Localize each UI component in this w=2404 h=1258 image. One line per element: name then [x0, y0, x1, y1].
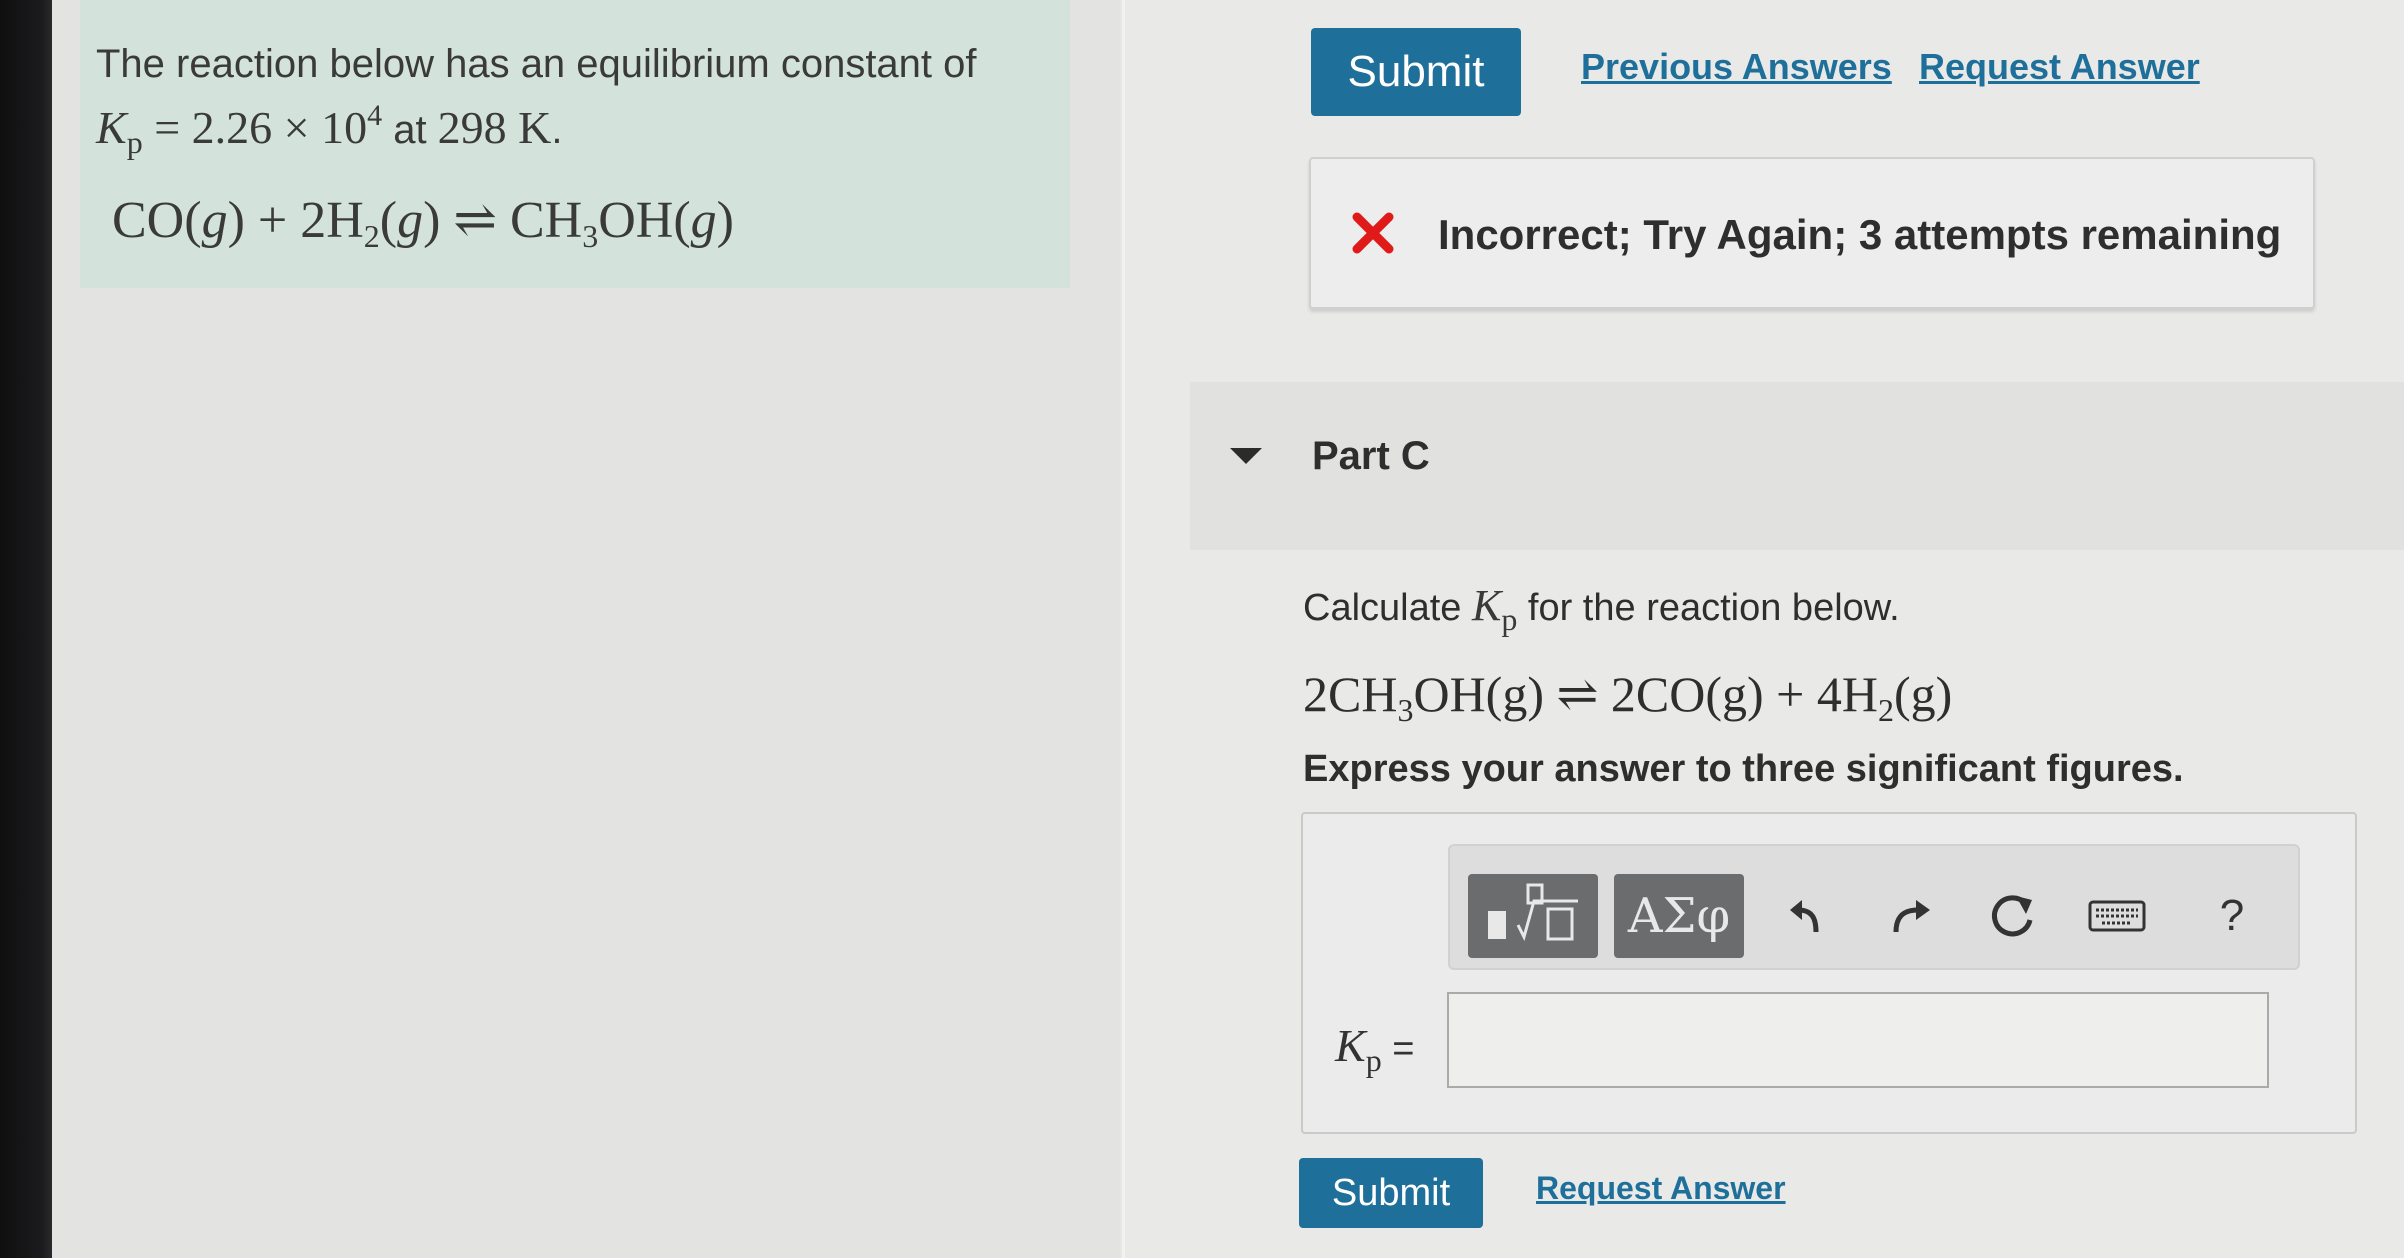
templates-icon	[1488, 883, 1578, 942]
reaction-part: OH(	[598, 192, 691, 249]
equilibrium-arrow: ⇌	[1556, 666, 1599, 722]
bezel-mark	[0, 1175, 30, 1199]
symbols-button[interactable]: ΑΣφ	[1614, 874, 1744, 958]
question-kp-symbol: K	[1471, 581, 1502, 630]
kp-sub: p	[126, 124, 143, 160]
temperature: 298 K	[437, 102, 552, 153]
answer-label: Kp =	[1335, 1019, 1414, 1079]
reaction-part: 2CH	[1303, 666, 1398, 722]
feedback-box: Incorrect; Try Again; 3 attempts remaini…	[1309, 157, 2315, 309]
keyboard-button[interactable]	[2082, 886, 2152, 946]
equilibrium-arrow: ⇌	[453, 192, 497, 249]
period: .	[551, 108, 563, 152]
answer-equals: =	[1381, 1028, 1415, 1070]
question-kp-sub: p	[1501, 601, 1518, 637]
submit-button[interactable]: Submit	[1299, 1158, 1483, 1228]
reset-button[interactable]	[1982, 886, 2042, 946]
question-suffix: for the reaction below.	[1517, 587, 1900, 629]
reaction-part: 2CO(g) + 4H	[1598, 666, 1878, 722]
reaction-part: CO(	[112, 192, 202, 249]
reaction-sub: 2	[1877, 692, 1894, 728]
reaction-part: OH(g)	[1413, 666, 1557, 722]
instructions: Express your answer to three significant…	[1303, 748, 2184, 790]
part-title: Part C	[1312, 434, 1430, 478]
answer-kp-symbol: K	[1335, 1020, 1366, 1071]
answer-box: ΑΣφ ? Kp =	[1301, 812, 2357, 1134]
math-toolbar: ΑΣφ ?	[1448, 844, 2300, 970]
keyboard-icon	[2088, 900, 2146, 932]
reaction-part: (	[379, 192, 398, 249]
intro-line1: The reaction below has an equilibrium co…	[96, 42, 977, 86]
reaction-part: )	[716, 192, 734, 249]
answer-kp-sub: p	[1365, 1042, 1382, 1078]
help-button[interactable]: ?	[2202, 886, 2262, 946]
templates-button[interactable]	[1468, 874, 1598, 958]
kp-value: = 2.26 × 10	[154, 102, 368, 153]
reaction-part: )	[423, 192, 454, 249]
intro-reaction: CO(g) + 2H2(g) ⇌ CH3OH(g)	[112, 190, 734, 255]
previous-answers-link[interactable]: Previous Answers	[1581, 46, 1892, 88]
part-c-header[interactable]: Part C	[1190, 382, 2404, 550]
request-answer-link-previous-part[interactable]: Request Answer	[1919, 46, 2200, 88]
redo-icon	[1893, 900, 1930, 933]
feedback-message: Incorrect; Try Again; 3 attempts remaini…	[1438, 211, 2282, 258]
submit-button-previous-part[interactable]: Submit	[1311, 28, 1521, 116]
reaction-state: g	[397, 192, 424, 249]
question-prefix: Calculate	[1303, 587, 1472, 629]
reaction-sub: 2	[363, 218, 380, 254]
reaction-part: (g)	[1893, 666, 1953, 722]
redo-button[interactable]	[1880, 886, 1940, 946]
monitor-bezel	[0, 0, 52, 1258]
reaction-sub: 3	[582, 218, 599, 254]
intro-kp-line: Kp = 2.26 × 104 at 298 K.	[96, 90, 1056, 168]
undo-icon	[1790, 900, 1819, 933]
at-text: at	[382, 108, 438, 152]
question-text: Calculate Kp for the reaction below.	[1303, 580, 1900, 638]
collapse-caret-icon[interactable]	[1230, 448, 1262, 464]
reset-icon	[1992, 895, 2033, 937]
incorrect-x-icon	[1352, 212, 1394, 254]
reaction-sub: 3	[1397, 692, 1414, 728]
request-answer-link[interactable]: Request Answer	[1536, 1170, 1786, 1207]
reaction-state: g	[201, 192, 228, 249]
reaction-state: g	[690, 192, 717, 249]
reaction-part: CH	[497, 192, 583, 249]
kp-exponent: 4	[367, 99, 383, 132]
kp-symbol: K	[96, 102, 127, 153]
undo-button[interactable]	[1780, 886, 1840, 946]
answer-input[interactable]	[1447, 992, 2269, 1088]
reaction-part: ) + 2H	[227, 192, 364, 249]
part-c-reaction: 2CH3OH(g) ⇌ 2CO(g) + 4H2(g)	[1303, 665, 1952, 729]
intro-text: The reaction below has an equilibrium co…	[96, 38, 1056, 168]
